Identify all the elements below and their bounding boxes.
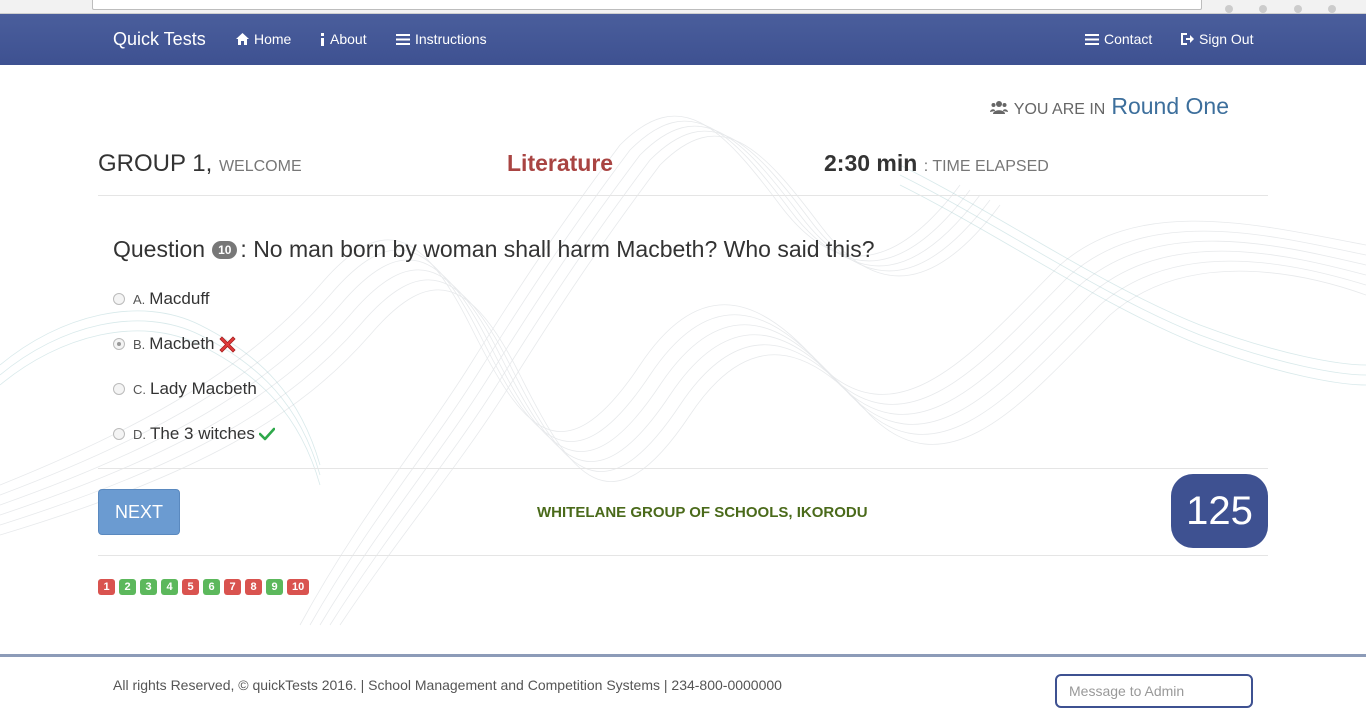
pager-item[interactable]: 3 <box>140 579 157 595</box>
brand-link[interactable]: Quick Tests <box>113 29 206 50</box>
extension-icon[interactable] <box>1259 5 1268 13</box>
message-admin-input[interactable] <box>1055 674 1253 708</box>
extension-icon[interactable] <box>1224 5 1233 13</box>
nav-contact-label: Contact <box>1104 31 1153 47</box>
info-icon <box>321 32 324 46</box>
browser-toolbar <box>0 0 1366 14</box>
next-button[interactable]: NEXT <box>98 489 180 535</box>
extension-icon[interactable] <box>1293 5 1302 13</box>
nav-instructions[interactable]: Instructions <box>396 31 487 47</box>
nav-about[interactable]: About <box>320 31 367 47</box>
nav-contact[interactable]: Contact <box>1085 31 1152 47</box>
question-number-badge: 10 <box>212 240 238 259</box>
extension-icon[interactable] <box>1328 5 1336 13</box>
option-label: Lady Macbeth <box>150 379 257 398</box>
option-letter: C. <box>133 381 146 397</box>
round-indicator: YOU ARE IN Round One <box>989 93 1229 120</box>
pager-item[interactable]: 2 <box>119 579 136 595</box>
divider <box>98 555 1268 556</box>
check-icon <box>258 427 275 441</box>
pager-item[interactable]: 7 <box>224 579 241 595</box>
round-label: YOU ARE IN <box>1013 101 1106 118</box>
nav-about-label: About <box>330 31 367 47</box>
nav-home-label: Home <box>254 31 292 47</box>
option-letter: A. <box>133 291 146 307</box>
group-title: GROUP 1, WELCOME <box>98 150 302 178</box>
pager-item[interactable]: 10 <box>287 579 310 595</box>
nav-instructions-label: Instructions <box>415 31 487 47</box>
nav-signout[interactable]: Sign Out <box>1181 31 1253 47</box>
sign-out-icon <box>1181 33 1194 45</box>
address-bar[interactable] <box>92 0 1202 10</box>
option-c[interactable]: C. Lady Macbeth <box>113 379 257 399</box>
users-icon <box>989 100 1008 114</box>
top-navbar: Quick Tests Home About Instructions Cont… <box>0 14 1366 65</box>
pager-item[interactable]: 6 <box>203 579 220 595</box>
time-elapsed: 2:30 min : TIME ELAPSED <box>824 150 1049 177</box>
question-body: : No man born by woman shall harm Macbet… <box>240 236 875 262</box>
option-label: The 3 witches <box>150 424 255 443</box>
nav-signout-label: Sign Out <box>1199 31 1254 47</box>
list-icon <box>1085 33 1099 45</box>
option-letter: D. <box>133 426 146 442</box>
footer-copyright: All rights Reserved, © quickTests 2016. … <box>113 677 782 693</box>
score-badge: 125 <box>1171 474 1268 548</box>
question-prefix: Question <box>113 236 206 262</box>
option-b[interactable]: B. Macbeth <box>113 334 236 354</box>
pager-item[interactable]: 1 <box>98 579 115 595</box>
pager-item[interactable]: 4 <box>161 579 178 595</box>
time-value: 2:30 min <box>824 150 918 176</box>
pager-item[interactable]: 5 <box>182 579 199 595</box>
option-d[interactable]: D. The 3 witches <box>113 424 275 444</box>
option-a[interactable]: A. Macduff <box>113 289 209 309</box>
wrong-icon <box>218 335 236 353</box>
page-footer: All rights Reserved, © quickTests 2016. … <box>0 654 1366 716</box>
round-value: Round One <box>1111 93 1229 119</box>
list-icon <box>396 33 410 45</box>
time-label: : TIME ELAPSED <box>923 158 1049 175</box>
option-label: Macduff <box>149 289 210 308</box>
home-icon <box>236 33 249 45</box>
option-radio[interactable] <box>113 383 125 395</box>
subject-title: Literature <box>507 150 614 176</box>
quiz-header: GROUP 1, WELCOME Literature 2:30 min : T… <box>98 148 1268 196</box>
option-radio[interactable] <box>113 338 125 350</box>
option-label: Macbeth <box>149 334 215 353</box>
divider <box>98 468 1268 469</box>
group-name: GROUP 1, <box>98 150 213 177</box>
school-name: WHITELANE GROUP OF SCHOOLS, IKORODU <box>537 504 868 521</box>
nav-home[interactable]: Home <box>236 31 291 47</box>
pager-item[interactable]: 8 <box>245 579 262 595</box>
question-text: Question 10 : No man born by woman shall… <box>113 236 875 263</box>
pager-item[interactable]: 9 <box>266 579 283 595</box>
option-letter: B. <box>133 336 146 352</box>
option-radio[interactable] <box>113 293 125 305</box>
question-pager: 1 2 3 4 5 6 7 8 9 10 <box>98 579 310 595</box>
welcome-label: WELCOME <box>218 158 302 175</box>
option-radio[interactable] <box>113 428 125 440</box>
